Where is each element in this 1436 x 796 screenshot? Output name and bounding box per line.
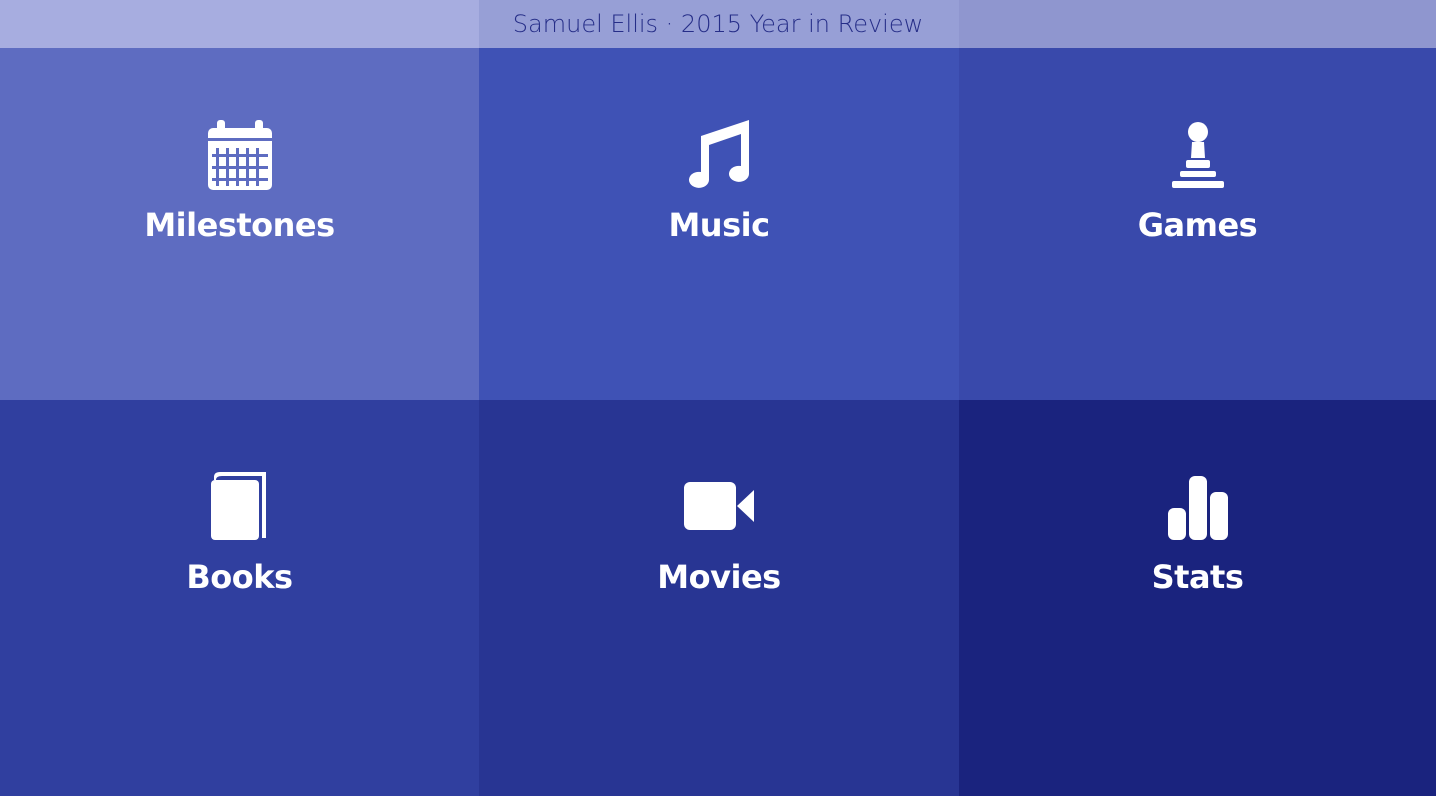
tile-milestones[interactable]: Milestones bbox=[0, 48, 479, 400]
tile-music[interactable]: Music bbox=[479, 48, 959, 400]
year-in-review-page: Samuel Ellis · 2015 Year in Review Miles… bbox=[0, 0, 1436, 796]
category-grid: Milestones Music Games Books Movies Stat… bbox=[0, 48, 1436, 796]
tile-label: Books bbox=[186, 558, 293, 596]
tile-label: Milestones bbox=[144, 206, 335, 244]
tile-label: Movies bbox=[657, 558, 781, 596]
tile-label: Stats bbox=[1151, 558, 1244, 596]
tile-movies[interactable]: Movies bbox=[479, 400, 959, 796]
tile-label: Games bbox=[1137, 206, 1258, 244]
tile-label: Music bbox=[668, 206, 770, 244]
header-bar: Samuel Ellis · 2015 Year in Review bbox=[0, 0, 1436, 48]
music-note-icon bbox=[679, 118, 759, 190]
calendar-icon bbox=[200, 118, 280, 190]
tile-stats[interactable]: Stats bbox=[959, 400, 1436, 796]
page-title: Samuel Ellis · 2015 Year in Review bbox=[512, 10, 924, 38]
video-camera-icon bbox=[679, 470, 759, 542]
pawn-icon bbox=[1158, 118, 1238, 190]
bar-chart-icon bbox=[1158, 470, 1238, 542]
tile-books[interactable]: Books bbox=[0, 400, 479, 796]
tile-games[interactable]: Games bbox=[959, 48, 1436, 400]
book-icon bbox=[200, 470, 280, 542]
